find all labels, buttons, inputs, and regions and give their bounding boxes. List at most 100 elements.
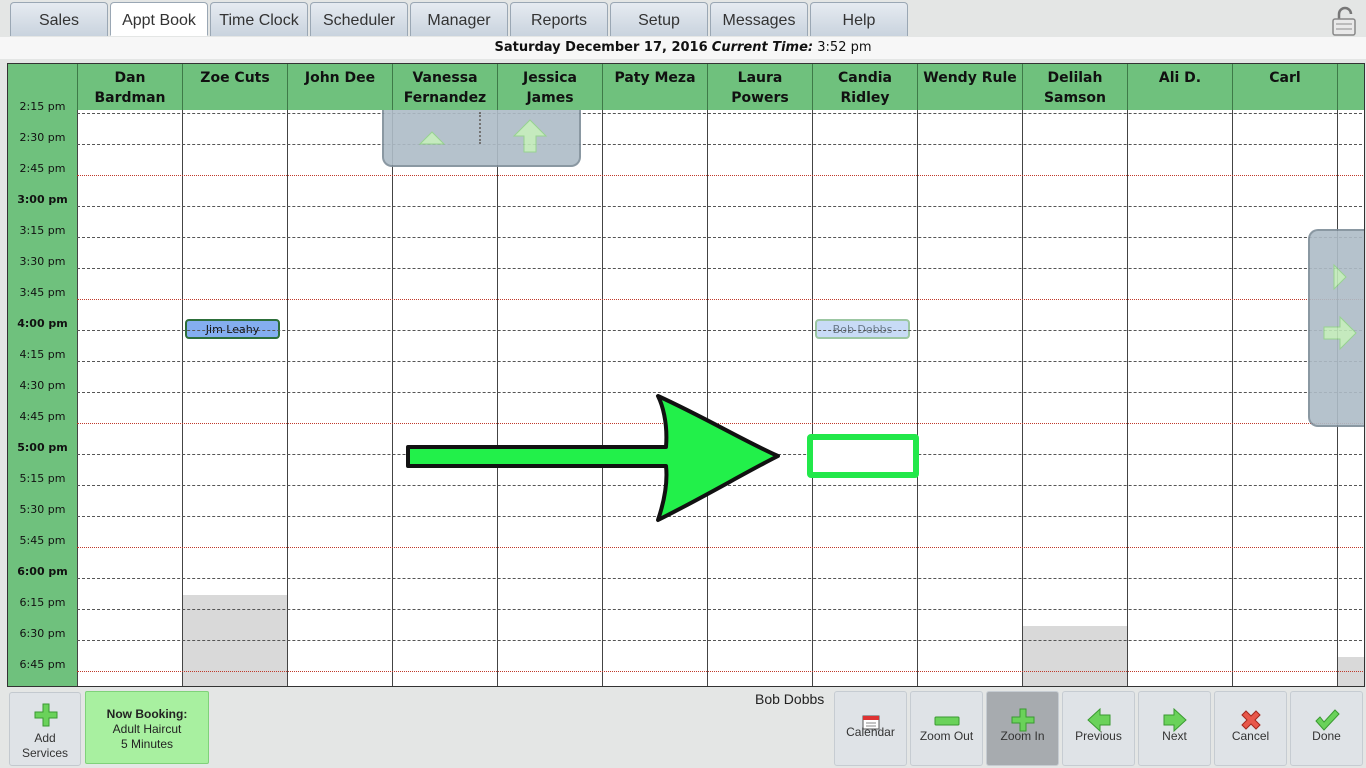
- done-button[interactable]: Done: [1290, 691, 1363, 766]
- zoom-in-button[interactable]: Zoom In: [986, 691, 1059, 766]
- tab-time-clock[interactable]: Time Clock: [210, 2, 308, 36]
- column-divider: [1232, 110, 1233, 686]
- now-booking-title: Now Booking:: [106, 707, 188, 721]
- appointment-bob-dobbs-ghost[interactable]: Bob Dobbs: [815, 319, 910, 339]
- tab-reports[interactable]: Reports: [510, 2, 608, 36]
- scroll-right-panel[interactable]: [1308, 229, 1364, 427]
- staff-header[interactable]: Zoe Cuts: [182, 64, 287, 110]
- time-label: 2:15 pm: [19, 100, 66, 113]
- blocked-slot: [1022, 626, 1127, 686]
- calendar-button[interactable]: Calendar: [834, 691, 907, 766]
- column-divider: [1127, 110, 1128, 686]
- appointment-jim-leahy[interactable]: Jim Leahy: [185, 319, 280, 339]
- tab-help[interactable]: Help: [810, 2, 908, 36]
- row-divider: [77, 330, 1364, 331]
- row-divider: [77, 578, 1364, 579]
- row-divider: [77, 299, 1364, 300]
- time-label: 4:00 pm: [17, 317, 68, 330]
- staff-header[interactable]: Laura Powers: [707, 64, 812, 110]
- scroll-up-panel[interactable]: [382, 110, 581, 167]
- time-label: 5:15 pm: [19, 472, 66, 485]
- next-button[interactable]: Next: [1138, 691, 1211, 766]
- scroll-up-large-arrow-icon[interactable]: [512, 118, 548, 154]
- staff-header[interactable]: Delilah Samson: [1022, 64, 1127, 110]
- staff-header[interactable]: Vanessa Fernandez: [392, 64, 497, 110]
- tab-appt-book[interactable]: Appt Book: [110, 2, 208, 36]
- staff-header[interactable]: Wendy Rule: [917, 64, 1022, 110]
- row-divider: [77, 547, 1364, 548]
- add-services-button[interactable]: Add Services: [9, 692, 81, 766]
- time-label: 3:30 pm: [19, 255, 66, 268]
- tab-manager[interactable]: Manager: [410, 2, 508, 36]
- tab-sales[interactable]: Sales: [10, 2, 108, 36]
- row-divider: [77, 268, 1364, 269]
- column-divider: [812, 110, 813, 686]
- time-label: 4:45 pm: [19, 410, 66, 423]
- staff-header[interactable]: Ed: [1337, 64, 1364, 110]
- staff-header-row: Dan Bardman Zoe Cuts John Dee Vanessa Ferna…: [8, 64, 1364, 110]
- zoom-out-label: Zoom Out: [919, 729, 974, 743]
- time-label: 4:15 pm: [19, 348, 66, 361]
- column-divider: [77, 110, 78, 686]
- time-label: 2:45 pm: [19, 162, 66, 175]
- scroll-up-small-arrow-icon[interactable]: [418, 130, 446, 146]
- time-label: 2:30 pm: [19, 131, 66, 144]
- tab-setup[interactable]: Setup: [610, 2, 708, 36]
- now-booking-panel: Now Booking: Adult Haircut 5 Minutes: [85, 691, 209, 764]
- scroll-right-small-arrow-icon[interactable]: [1332, 263, 1348, 291]
- plus-icon: [34, 703, 58, 727]
- cancel-button[interactable]: Cancel: [1214, 691, 1287, 766]
- time-label: 6:00 pm: [17, 565, 68, 578]
- column-divider: [392, 110, 393, 686]
- time-label: 6:45 pm: [19, 658, 66, 671]
- time-label: 3:00 pm: [17, 193, 68, 206]
- row-divider: [77, 144, 1364, 145]
- panel-divider: [479, 112, 481, 144]
- blocked-slot: [1337, 657, 1364, 686]
- staff-header[interactable]: Ali D.: [1127, 64, 1232, 110]
- time-label: 3:45 pm: [19, 286, 66, 299]
- next-label: Next: [1162, 729, 1187, 743]
- appointment-grid[interactable]: Dan Bardman Zoe Cuts John Dee Vanessa Ferna…: [7, 63, 1365, 687]
- staff-header[interactable]: Candia Ridley: [812, 64, 917, 110]
- column-divider: [287, 110, 288, 686]
- date-bar: Saturday December 17, 2016 Current Time:…: [0, 37, 1366, 59]
- zoom-out-button[interactable]: Zoom Out: [910, 691, 983, 766]
- row-divider: [77, 361, 1364, 362]
- column-divider: [917, 110, 918, 686]
- time-label: 5:30 pm: [19, 503, 66, 516]
- staff-header[interactable]: Paty Meza: [602, 64, 707, 110]
- time-label: 5:00 pm: [17, 441, 68, 454]
- staff-header[interactable]: Jessica James: [497, 64, 602, 110]
- tab-scheduler[interactable]: Scheduler: [310, 2, 408, 36]
- time-label: 4:30 pm: [19, 379, 66, 392]
- client-name: Bob Dobbs: [755, 691, 825, 707]
- previous-label: Previous: [1075, 729, 1122, 743]
- now-booking-service: Adult Haircut: [112, 722, 182, 736]
- tab-messages[interactable]: Messages: [710, 2, 808, 36]
- annotation-arrow-icon: [406, 394, 780, 522]
- drop-target-slot[interactable]: [807, 434, 919, 478]
- row-divider: [77, 609, 1364, 610]
- time-label: 5:45 pm: [19, 534, 66, 547]
- calendar-label: Calendar: [846, 725, 895, 739]
- row-divider: [77, 237, 1364, 238]
- row-divider: [77, 113, 1364, 114]
- staff-header[interactable]: Dan Bardman: [77, 64, 182, 110]
- row-divider: [77, 671, 1364, 672]
- staff-header[interactable]: John Dee: [287, 64, 392, 110]
- done-label: Done: [1312, 729, 1341, 743]
- row-divider: [77, 175, 1364, 176]
- cancel-label: Cancel: [1231, 729, 1270, 743]
- column-divider: [182, 110, 183, 686]
- current-time: 3:52 pm: [817, 40, 872, 55]
- current-time-label: Current Time:: [711, 40, 814, 55]
- now-booking-duration: 5 Minutes: [120, 737, 174, 751]
- scroll-right-large-arrow-icon[interactable]: [1322, 315, 1358, 351]
- row-divider: [77, 640, 1364, 641]
- time-label: 6:15 pm: [19, 596, 66, 609]
- staff-header[interactable]: Carl: [1232, 64, 1337, 110]
- previous-button[interactable]: Previous: [1062, 691, 1135, 766]
- lock-icon[interactable]: [1330, 6, 1360, 36]
- current-date: Saturday December 17, 2016: [494, 40, 708, 55]
